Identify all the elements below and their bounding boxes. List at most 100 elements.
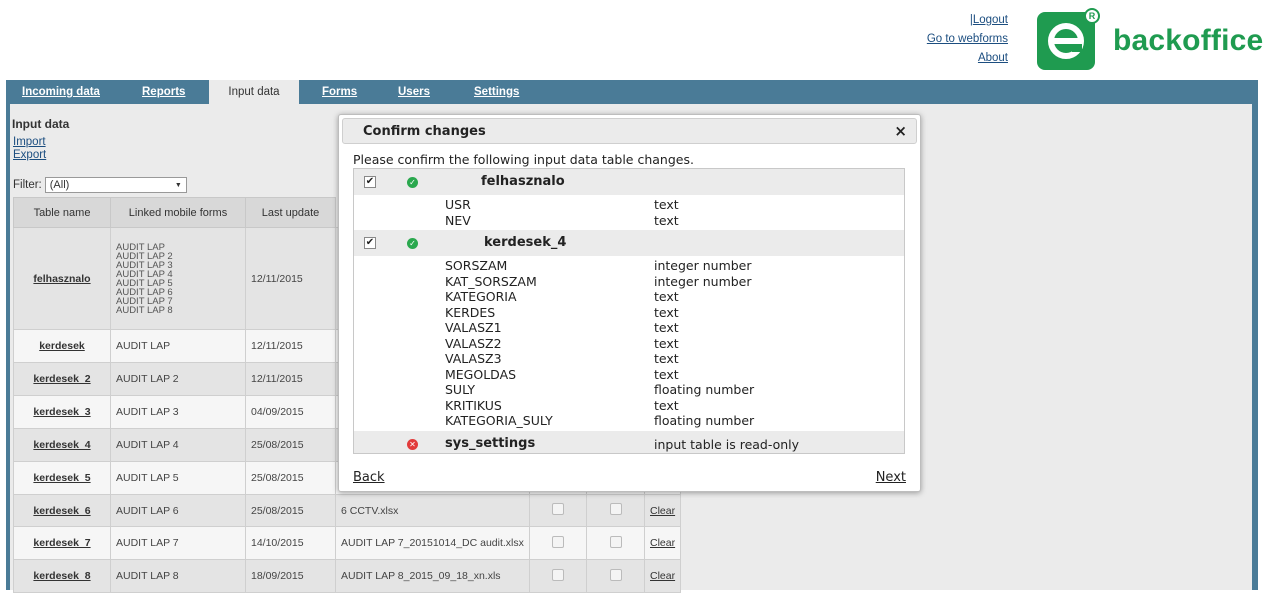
filter-value: (All)	[49, 179, 70, 191]
group-checkbox[interactable]: ✔	[364, 237, 376, 249]
field-name: KAT_SORSZAM	[445, 273, 537, 289]
field-row: SULY floating number	[354, 382, 904, 398]
tab-forms[interactable]: Forms	[322, 80, 357, 104]
next-button[interactable]: Next	[876, 470, 906, 485]
check-cell	[529, 559, 587, 593]
clear-link[interactable]: Clear	[650, 537, 675, 549]
confirm-changes-dialog: Confirm changes × Please confirm the fol…	[338, 114, 921, 492]
field-type: text	[654, 366, 679, 382]
filter-label: Filter:	[13, 179, 42, 191]
linked-forms: AUDIT LAP 7	[110, 526, 246, 560]
check-circle-icon: ✓	[407, 238, 418, 249]
checkbox[interactable]	[609, 568, 622, 581]
dialog-header: Confirm changes ×	[342, 118, 917, 144]
main-nav: Incoming data Reports Input data Forms U…	[6, 80, 1258, 104]
field-name: NEV	[445, 212, 471, 228]
dialog-message: Please confirm the following input data …	[353, 152, 694, 167]
tab-incoming-data[interactable]: Incoming data	[22, 80, 100, 104]
field-name: KATEGORIA	[445, 289, 517, 304]
linked-forms: AUDIT LAP 4	[110, 428, 246, 462]
change-group-header: ✔ ✓ felhasznalo	[354, 169, 904, 195]
logout-link[interactable]: |Logout	[927, 11, 1008, 30]
action-cell: Clear	[643, 526, 682, 560]
brand-name: backoffice	[1113, 24, 1264, 57]
table-name-link[interactable]: kerdesek_5	[13, 461, 111, 495]
disabled-checkbox	[552, 535, 564, 548]
field-name: VALASZ2	[445, 335, 502, 351]
clear-link[interactable]: Clear	[650, 505, 675, 517]
file-cell: AUDIT LAP 8_2015_09_18_xn.xls	[335, 559, 530, 593]
tab-input-data[interactable]: Input data	[209, 80, 299, 104]
close-icon[interactable]: ×	[894, 122, 907, 140]
field-row: NEV text	[354, 213, 904, 229]
table-name-link[interactable]: kerdesek_6	[13, 494, 111, 527]
table-name-link[interactable]: felhasznalo	[13, 227, 111, 330]
import-link[interactable]: Import	[13, 136, 46, 148]
about-link[interactable]: About	[927, 49, 1008, 68]
disabled-checkbox	[552, 503, 564, 515]
field-row: KATEGORIA_SULY floating number	[354, 413, 904, 429]
field-row: KATEGORIA text	[354, 289, 904, 305]
check-cell	[529, 494, 587, 527]
last-update: 04/09/2015	[245, 395, 336, 429]
check-circle-icon: ✓	[407, 177, 418, 188]
group-name: kerdesek_4	[484, 235, 567, 250]
linked-forms: AUDIT LAP 3	[110, 395, 246, 429]
filter-select[interactable]: (All) ▼	[44, 177, 187, 193]
field-type: text	[654, 397, 679, 413]
tab-reports[interactable]: Reports	[142, 80, 185, 104]
file-cell: 6 CCTV.xlsx	[335, 494, 530, 527]
dialog-title: Confirm changes	[363, 124, 486, 139]
table-name-link[interactable]: kerdesek	[13, 329, 111, 363]
table-name-link[interactable]: kerdesek_4	[13, 428, 111, 462]
field-row: SORSZAM integer number	[354, 258, 904, 274]
table-name-link[interactable]: kerdesek_2	[13, 362, 111, 396]
changes-list: ✔ ✓ felhasznalo USR text NEV text ✔ ✓ kerd…	[353, 168, 905, 454]
page-title: Input data	[12, 117, 70, 131]
table-name-link[interactable]: kerdesek_8	[13, 559, 111, 593]
col-last-update: Last update	[245, 197, 336, 228]
last-update: 12/11/2015	[245, 329, 336, 363]
tab-users[interactable]: Users	[398, 80, 430, 104]
field-row: VALASZ2 text	[354, 336, 904, 352]
field-row: USR text	[354, 197, 904, 213]
logo-icon: R	[1037, 8, 1100, 70]
field-name: KRITIKUS	[445, 397, 502, 413]
linked-forms: AUDIT LAP	[110, 329, 246, 363]
brand-logo: R backoffice	[1037, 8, 1264, 70]
field-row: KAT_SORSZAM integer number	[354, 274, 904, 290]
checkbox[interactable]	[609, 535, 622, 548]
field-row: VALASZ1 text	[354, 320, 904, 336]
field-row: VALASZ3 text	[354, 351, 904, 367]
check-cell	[586, 526, 645, 560]
clear-link[interactable]: Clear	[650, 570, 675, 582]
field-type: text	[654, 335, 679, 351]
field-type: text	[654, 289, 679, 304]
field-name: VALASZ3	[445, 351, 502, 366]
error-circle-icon: ✕	[407, 438, 418, 450]
export-link[interactable]: Export	[13, 149, 46, 161]
linked-forms: AUDIT LAP 6	[110, 494, 246, 527]
action-cell: Clear	[643, 494, 682, 527]
last-update: 18/09/2015	[245, 559, 336, 593]
last-update: 25/08/2015	[245, 494, 336, 527]
table-name-link[interactable]: kerdesek_7	[13, 526, 111, 560]
action-cell: Clear	[643, 559, 682, 593]
field-list: USR text NEV text	[354, 195, 904, 230]
field-name: KERDES	[445, 304, 496, 320]
group-checkbox[interactable]: ✔	[364, 176, 376, 188]
field-type: integer number	[654, 258, 752, 273]
tab-settings[interactable]: Settings	[474, 80, 519, 104]
registered-mark: R	[1084, 8, 1100, 24]
back-button[interactable]: Back	[353, 470, 385, 485]
filter: Filter: (All) ▼	[13, 177, 187, 193]
field-name: USR	[445, 197, 471, 212]
field-type: text	[654, 320, 679, 335]
last-update: 25/08/2015	[245, 428, 336, 462]
table-name-link[interactable]: kerdesek_3	[13, 395, 111, 429]
change-group-header: ✕ sys_settings input table is read-only	[354, 430, 904, 453]
checkbox[interactable]	[609, 503, 622, 515]
field-list: SORSZAM integer number KAT_SORSZAM integer…	[354, 256, 904, 431]
webforms-link[interactable]: Go to webforms	[927, 30, 1008, 49]
field-type: integer number	[654, 273, 752, 289]
